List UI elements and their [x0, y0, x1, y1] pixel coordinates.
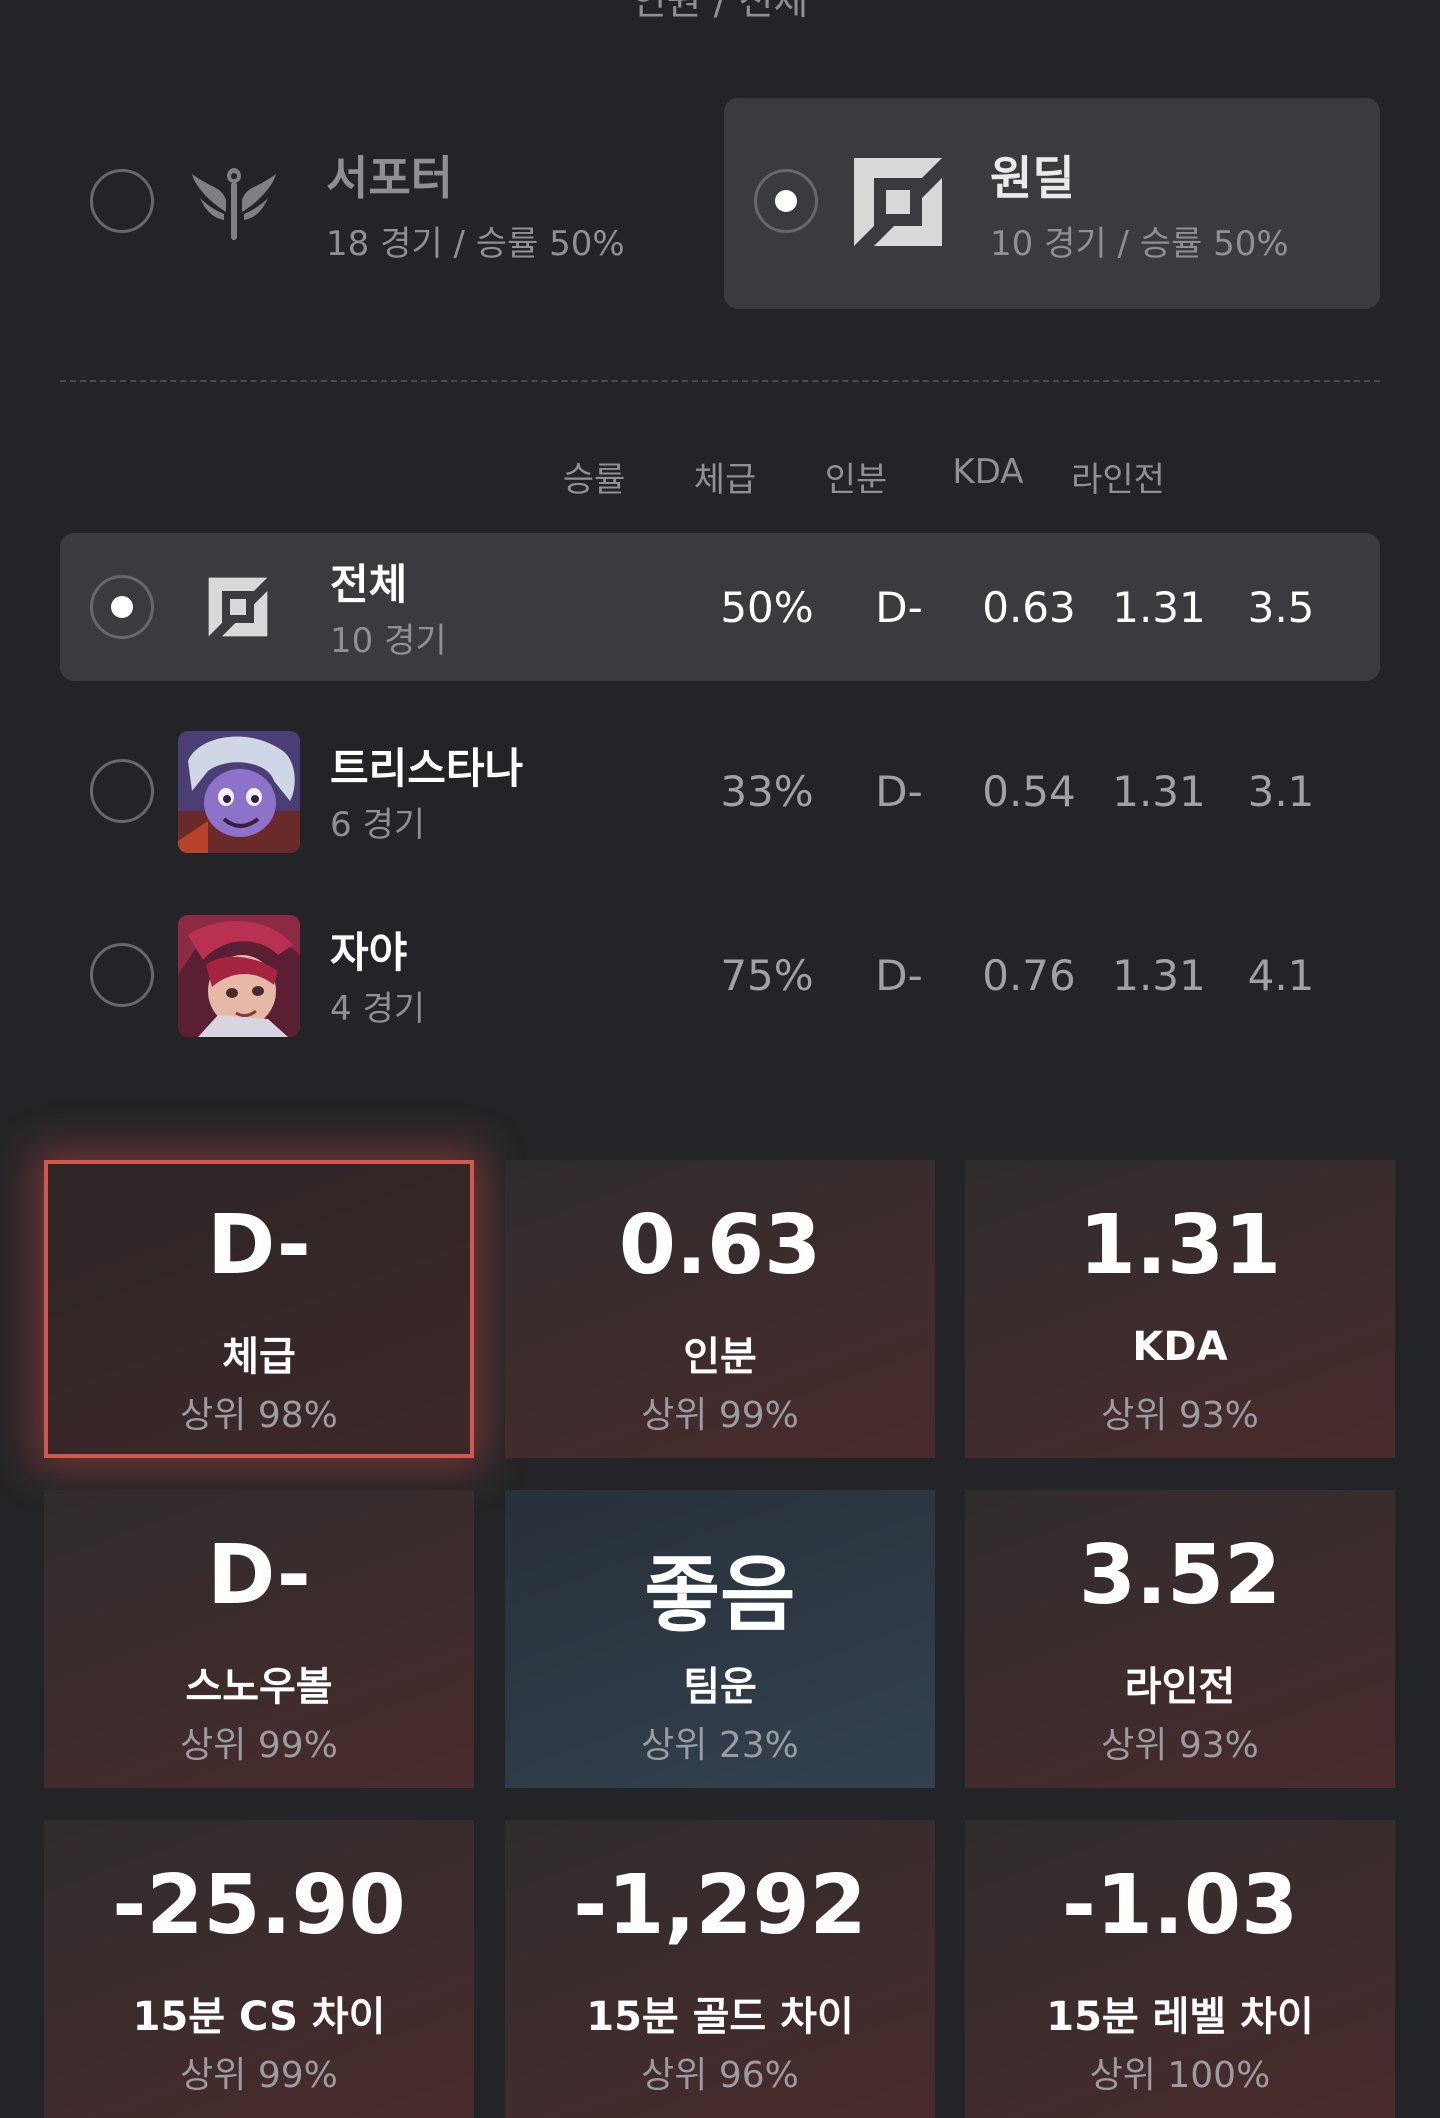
champion-games: 10 경기: [330, 621, 447, 661]
tile-label: 인분: [683, 1334, 757, 1380]
champion-name: 트리스타나: [330, 744, 524, 793]
column-header-share: 인분: [824, 460, 888, 500]
stat-winrate: 33%: [720, 767, 814, 816]
champion-row-xayah[interactable]: 자야 4 경기 75% D- 0.76 1.31 4.1: [60, 901, 1380, 1049]
tile-value: -1.03: [1061, 1858, 1299, 1953]
stat-tile-kda[interactable]: 1.31 KDA 상위 93%: [965, 1160, 1395, 1458]
tile-label: 체급: [222, 1334, 296, 1380]
stat-lane: 3.5: [1247, 583, 1315, 632]
champion-row-all[interactable]: 전체 10 경기 50% D- 0.63 1.31 3.5: [60, 533, 1380, 681]
champion-name: 전체: [330, 560, 408, 609]
divider: [60, 380, 1380, 382]
tile-rank: 상위 99%: [180, 2055, 338, 2096]
tile-label: 스노우볼: [185, 1664, 333, 1710]
radio-button[interactable]: [90, 943, 154, 1007]
stat-share: 0.76: [982, 951, 1076, 1000]
tristana-portrait-icon: [178, 731, 300, 853]
stat-kda: 1.31: [1112, 583, 1206, 632]
role-card-support[interactable]: 서포터 18 경기 / 승률 50%: [60, 98, 716, 309]
champion-name: 자야: [330, 928, 408, 977]
tile-rank: 상위 99%: [641, 1395, 799, 1436]
stat-share: 0.54: [982, 767, 1076, 816]
radio-button[interactable]: [90, 169, 154, 233]
support-wings-icon: [192, 168, 276, 240]
stat-tile-team-luck[interactable]: 좋음 팀운 상위 23%: [505, 1490, 935, 1788]
stat-tile-snowball[interactable]: D- 스노우볼 상위 99%: [44, 1490, 474, 1788]
champion-games: 6 경기: [330, 805, 425, 845]
tile-rank: 상위 93%: [1101, 1395, 1259, 1436]
tile-rank: 상위 93%: [1101, 1725, 1259, 1766]
stat-tile-level-diff[interactable]: -1.03 15분 레벨 차이 상위 100%: [965, 1820, 1395, 2118]
role-name: 원딜: [990, 151, 1075, 205]
tile-value: -1,292: [573, 1858, 867, 1953]
stat-lane: 4.1: [1247, 951, 1315, 1000]
stat-kda: 1.31: [1112, 767, 1206, 816]
tile-value: D-: [207, 1528, 311, 1623]
tile-rank: 상위 99%: [180, 1725, 338, 1766]
tile-value: 0.63: [618, 1198, 822, 1293]
stat-tile-cs-diff[interactable]: -25.90 15분 CS 차이 상위 99%: [44, 1820, 474, 2118]
tile-label: 15분 CS 차이: [132, 1994, 386, 2040]
stat-share: 0.63: [982, 583, 1076, 632]
column-header-tier: 체급: [693, 460, 757, 500]
tile-label: 팀운: [683, 1664, 757, 1710]
tile-rank: 상위 96%: [641, 2055, 799, 2096]
stat-tile-laning[interactable]: 3.52 라인전 상위 93%: [965, 1490, 1395, 1788]
role-card-adc[interactable]: 원딜 10 경기 / 승률 50%: [724, 98, 1380, 309]
radio-button-selected[interactable]: [754, 169, 818, 233]
radio-button[interactable]: [90, 759, 154, 823]
stat-tile-tier[interactable]: D- 체급 상위 98%: [44, 1160, 474, 1458]
stat-tier: D-: [875, 583, 923, 632]
stat-tile-share[interactable]: 0.63 인분 상위 99%: [505, 1160, 935, 1458]
xayah-portrait-icon: [178, 915, 300, 1037]
role-name: 서포터: [326, 151, 453, 205]
role-stats: 18 경기 / 승률 50%: [326, 224, 625, 264]
stat-tier: D-: [875, 951, 923, 1000]
adc-square-icon: [854, 158, 942, 246]
stat-lane: 3.1: [1247, 767, 1315, 816]
champion-games: 4 경기: [330, 989, 425, 1029]
role-stats: 10 경기 / 승률 50%: [990, 224, 1289, 264]
tile-label: 15분 골드 차이: [586, 1994, 854, 2040]
tile-rank: 상위 100%: [1089, 2055, 1271, 2096]
column-header-winrate: 승률: [562, 460, 626, 500]
tile-label: 라인전: [1124, 1664, 1236, 1710]
tile-value: -25.90: [112, 1858, 406, 1953]
stat-kda: 1.31: [1112, 951, 1206, 1000]
tile-rank: 상위 23%: [641, 1725, 799, 1766]
tile-label: 15분 레벨 차이: [1046, 1994, 1314, 2040]
section-title-partial: 인원 / 전체: [631, 0, 809, 23]
column-header-kda: KDA: [952, 452, 1024, 492]
stat-winrate: 50%: [720, 583, 814, 632]
tile-value: 1.31: [1078, 1198, 1282, 1293]
column-header-lane: 라인전: [1071, 460, 1165, 500]
tile-rank: 상위 98%: [180, 1395, 338, 1436]
stat-tier: D-: [875, 767, 923, 816]
tile-value: D-: [207, 1198, 311, 1293]
tile-value: 3.52: [1078, 1528, 1282, 1623]
radio-button-selected[interactable]: [90, 575, 154, 639]
tile-label: KDA: [1132, 1324, 1228, 1370]
tile-value: 좋음: [644, 1548, 796, 1643]
adc-square-icon: [208, 577, 268, 637]
champion-row-tristana[interactable]: 트리스타나 6 경기 33% D- 0.54 1.31 3.1: [60, 717, 1380, 865]
stat-winrate: 75%: [720, 951, 814, 1000]
stat-tile-gold-diff[interactable]: -1,292 15분 골드 차이 상위 96%: [505, 1820, 935, 2118]
